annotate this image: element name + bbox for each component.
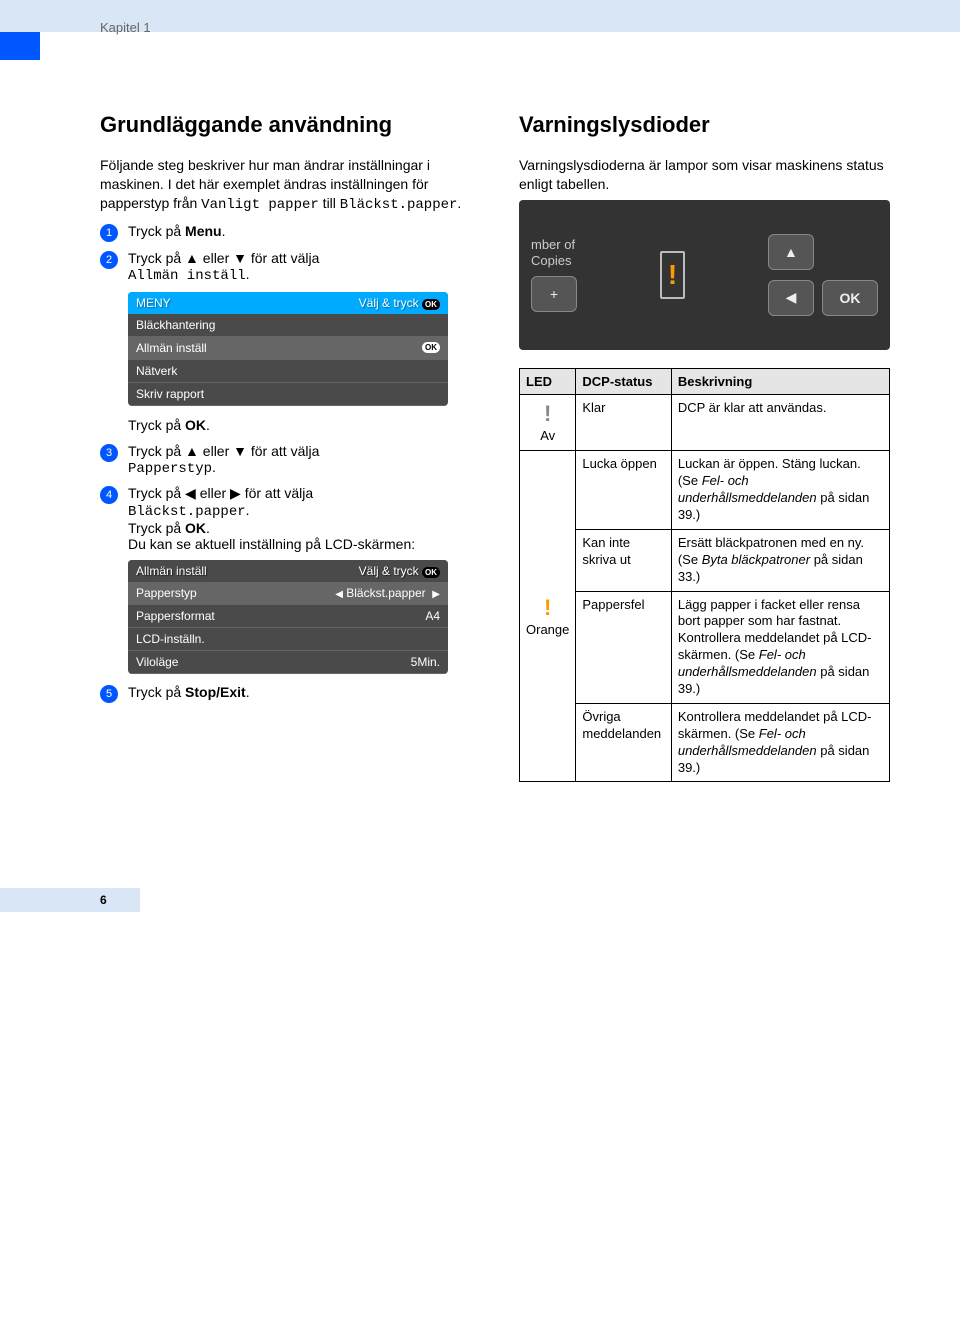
desc-cell: DCP är klar att användas. xyxy=(671,394,889,450)
page-number-tab: 6 xyxy=(0,888,140,912)
lcd-screen-menu: MENY Välj & tryck OK Bläckhantering Allm… xyxy=(128,292,448,406)
press-ok-text: Tryck på OK. xyxy=(128,416,471,435)
chapter-label: Kapitel 1 xyxy=(100,20,151,35)
step-5: 5 Tryck på Stop/Exit. xyxy=(100,684,471,703)
th-led: LED xyxy=(520,368,576,394)
exclamation-icon: ! xyxy=(668,259,677,290)
status-cell: Lucka öppen xyxy=(576,451,671,530)
desc-cell: Luckan är öppen. Stäng luckan. (Se Fel- … xyxy=(671,451,889,530)
lcd-row: Bläckhantering xyxy=(128,314,448,337)
desc-cell: Lägg papper i facket eller rensa bort pa… xyxy=(671,591,889,703)
led-cell-orange: ! Orange xyxy=(520,451,576,782)
led-status-table: LED DCP-status Beskrivning ! Av Klar DCP… xyxy=(519,368,890,783)
step-number-5: 5 xyxy=(100,685,118,703)
step-number-4: 4 xyxy=(100,486,118,504)
exclamation-orange-icon: ! xyxy=(526,594,569,623)
right-column: Varningslysdioder Varningslysdioderna är… xyxy=(519,112,890,782)
ok-button[interactable]: OK xyxy=(822,280,878,316)
ok-badge-icon: OK xyxy=(422,342,440,353)
status-cell: Övriga meddelanden xyxy=(576,703,671,782)
step-1: 1 Tryck på Menu. xyxy=(100,223,471,242)
step-number-1: 1 xyxy=(100,224,118,242)
status-cell: Klar xyxy=(576,394,671,450)
left-column: Grundläggande användning Följande steg b… xyxy=(100,112,471,782)
plus-button[interactable]: + xyxy=(531,276,577,312)
copies-label: mber of Copies xyxy=(531,237,577,268)
lcd-screen-settings: Allmän inställ Välj & tryck OK Pappersty… xyxy=(128,560,448,674)
exclamation-off-icon: ! xyxy=(526,400,569,429)
warning-led-frame: ! xyxy=(660,251,685,299)
desc-cell: Ersätt bläckpatronen med en ny. (Se Byta… xyxy=(671,529,889,591)
lcd-header: Allmän inställ Välj & tryck OK xyxy=(128,560,448,582)
heading-warning-leds: Varningslysdioder xyxy=(519,112,890,138)
lcd-row-selected: Allmän inställ OK xyxy=(128,337,448,360)
step-2: 2 Tryck på ▲ eller ▼ för att välja Allmä… xyxy=(100,250,471,284)
triangle-left-icon: ◀ xyxy=(786,289,797,306)
lcd-row: Pappersformat A4 xyxy=(128,605,448,628)
status-cell: Pappersfel xyxy=(576,591,671,703)
intro-text: Följande steg beskriver hur man ändrar i… xyxy=(100,156,471,215)
page-content: Kapitel 1 Grundläggande användning Följa… xyxy=(0,32,960,912)
heading-basic-usage: Grundläggande användning xyxy=(100,112,471,138)
th-desc: Beskrivning xyxy=(671,368,889,394)
led-cell-off: ! Av xyxy=(520,394,576,450)
lcd-row: Viloläge 5Min. xyxy=(128,651,448,674)
triangle-left-icon: ◀ xyxy=(335,589,343,600)
lcd-row: Skriv rapport xyxy=(128,383,448,406)
step-3: 3 Tryck på ▲ eller ▼ för att välja Pappe… xyxy=(100,443,471,477)
lcd-header: MENY Välj & tryck OK xyxy=(128,292,448,314)
lcd-row: LCD-inställn. xyxy=(128,628,448,651)
ok-badge-icon: OK xyxy=(422,299,440,310)
triangle-right-icon: ▶ xyxy=(432,589,440,600)
intro-text-right: Varningslysdioderna är lampor som visar … xyxy=(519,156,890,194)
desc-cell: Kontrollera meddelandet på LCD-skärmen. … xyxy=(671,703,889,782)
status-cell: Kan inte skriva ut xyxy=(576,529,671,591)
step-number-3: 3 xyxy=(100,444,118,462)
step-number-2: 2 xyxy=(100,251,118,269)
th-status: DCP-status xyxy=(576,368,671,394)
control-panel-photo: mber of Copies + ! ▲ ◀ OK xyxy=(519,200,890,350)
ok-badge-icon: OK xyxy=(422,567,440,578)
up-button[interactable]: ▲ xyxy=(768,234,814,270)
triangle-up-icon: ▲ xyxy=(784,244,798,260)
step-4: 4 Tryck på ◀ eller ▶ för att välja Bläck… xyxy=(100,485,471,552)
lcd-row: Nätverk xyxy=(128,360,448,383)
left-button[interactable]: ◀ xyxy=(768,280,814,316)
lcd-row-selected: Papperstyp ◀ Bläckst.papper ▶ xyxy=(128,582,448,605)
